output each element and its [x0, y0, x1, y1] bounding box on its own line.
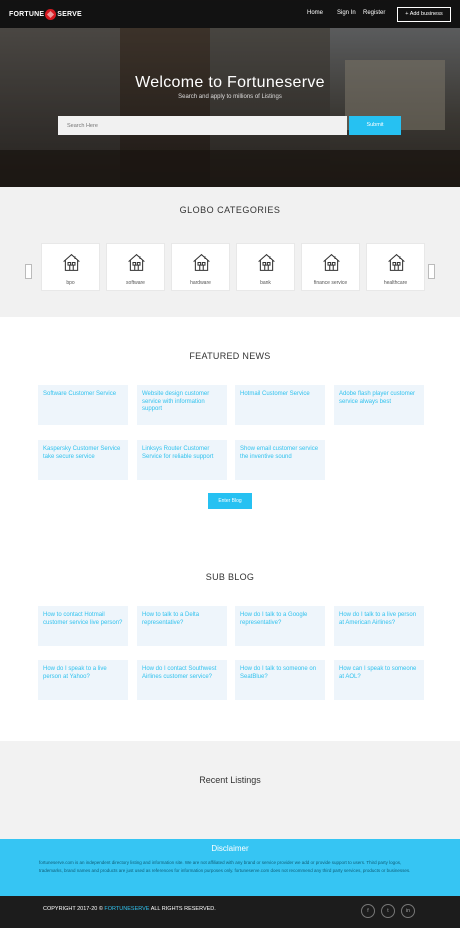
- category-label: finance service: [313, 280, 348, 286]
- categories-section: GLOBO CATEGORIES bpo software hardware b…: [0, 187, 460, 317]
- search-input[interactable]: [58, 116, 347, 135]
- house-icon: [63, 253, 80, 271]
- news-card[interactable]: Show email customer service the inventiv…: [235, 440, 325, 480]
- news-card[interactable]: Kaspersky Customer Service take secure s…: [38, 440, 128, 480]
- logo-text-left: FORTUNE: [9, 10, 45, 18]
- category-card-healthcare[interactable]: healthcare: [366, 243, 425, 291]
- blog-card[interactable]: How to contact Hotmail customer service …: [38, 606, 128, 646]
- copyright-suffix: ALL RIGHTS RESERVED.: [150, 906, 216, 912]
- blog-card[interactable]: How do I talk to a live person at Americ…: [334, 606, 424, 646]
- news-card[interactable]: Linksys Router Customer Service for reli…: [137, 440, 227, 480]
- twitter-icon[interactable]: t: [381, 904, 395, 918]
- house-icon: [128, 253, 145, 271]
- nav-register-link[interactable]: Register: [363, 10, 385, 16]
- footer: COPYRIGHT 2017-20 © FORTUNESERVE ALL RIG…: [0, 896, 460, 928]
- featured-news-title: FEATURED NEWS: [189, 351, 271, 361]
- hero-title: Welcome to Fortuneserve: [135, 74, 325, 91]
- blog-card[interactable]: How do I contact Southwest Airlines cust…: [137, 660, 227, 700]
- nav-signin-link[interactable]: Sign In: [337, 10, 356, 16]
- blog-card[interactable]: How to talk to a Delta representative?: [137, 606, 227, 646]
- news-card[interactable]: Software Customer Service: [38, 385, 128, 425]
- submit-button[interactable]: Submit: [349, 116, 401, 135]
- blog-card[interactable]: How do I speak to a live person at Yahoo…: [38, 660, 128, 700]
- category-label: software: [126, 280, 145, 286]
- nav-home-link[interactable]: Home: [307, 10, 323, 16]
- blog-card[interactable]: How can I speak to someone at AOL?: [334, 660, 424, 700]
- news-card[interactable]: Hotmail Customer Service: [235, 385, 325, 425]
- logo-text-right: SERVE: [57, 10, 82, 18]
- sub-blog-title: SUB BLOG: [205, 572, 255, 582]
- category-label: hardware: [190, 280, 211, 286]
- top-navbar: FORTUNE SERVE Home Sign In Register + Ad…: [0, 0, 460, 28]
- category-card-software[interactable]: software: [106, 243, 165, 291]
- hero-subtitle: Search and apply to millions of Listings: [178, 94, 282, 100]
- blog-card[interactable]: How do I talk to a Google representative…: [235, 606, 325, 646]
- facebook-icon[interactable]: f: [361, 904, 375, 918]
- news-card[interactable]: Website design customer service with inf…: [137, 385, 227, 425]
- copyright-brand-link[interactable]: FORTUNESERVE: [104, 906, 149, 912]
- logo-mark-icon: [45, 8, 57, 20]
- recent-listings-title: Recent Listings: [199, 775, 261, 785]
- house-icon: [388, 253, 405, 271]
- disclaimer-text: fortuneserve.com is an independent direc…: [39, 860, 411, 873]
- linkedin-icon[interactable]: in: [401, 904, 415, 918]
- carousel-prev-button[interactable]: [25, 264, 32, 279]
- recent-listings-section: Recent Listings: [0, 741, 460, 839]
- category-card-bpo[interactable]: bpo: [41, 243, 100, 291]
- hero-section: Welcome to Fortuneserve Search and apply…: [0, 0, 460, 187]
- carousel-next-button[interactable]: [428, 264, 435, 279]
- house-icon: [258, 253, 275, 271]
- disclaimer-title: Disclaimer: [211, 844, 249, 853]
- categories-title: GLOBO CATEGORIES: [179, 205, 281, 215]
- copyright-text: COPYRIGHT 2017-20 © FORTUNESERVE ALL RIG…: [43, 906, 216, 912]
- category-card-hardware[interactable]: hardware: [171, 243, 230, 291]
- category-label: healthcare: [383, 280, 408, 286]
- blog-card[interactable]: How do I talk to someone on SeatBlue?: [235, 660, 325, 700]
- house-icon: [193, 253, 210, 271]
- enter-blog-button[interactable]: Enter Blog: [208, 493, 252, 509]
- news-card[interactable]: Adobe flash player customer service alwa…: [334, 385, 424, 425]
- house-icon: [323, 253, 340, 271]
- category-card-finance-service[interactable]: finance service: [301, 243, 360, 291]
- copyright-prefix: COPYRIGHT 2017-20 ©: [43, 906, 103, 912]
- category-label: bpo: [66, 280, 75, 286]
- category-label: bank: [260, 280, 271, 286]
- site-logo[interactable]: FORTUNE SERVE: [9, 8, 82, 20]
- disclaimer-section: Disclaimer fortuneserve.com is an indepe…: [0, 839, 460, 896]
- add-business-button[interactable]: + Add business: [397, 7, 451, 22]
- category-card-bank[interactable]: bank: [236, 243, 295, 291]
